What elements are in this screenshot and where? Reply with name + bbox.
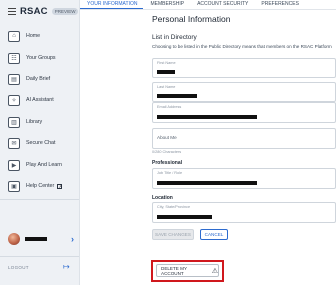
sidebar-item-help-center[interactable]: ▣ Help Center ↗ bbox=[8, 179, 76, 193]
redacted-value bbox=[157, 115, 257, 119]
brief-icon: ▤ bbox=[8, 73, 20, 85]
user-profile-row[interactable]: › bbox=[8, 233, 74, 245]
preview-badge: PREVIEW bbox=[51, 8, 79, 15]
tab-bar: YOUR INFORMATION MEMBERSHIP ACCOUNT SECU… bbox=[80, 0, 336, 10]
sidebar-item-label: Your Groups bbox=[26, 55, 56, 61]
redacted-value bbox=[157, 215, 212, 219]
sidebar-item-daily-brief[interactable]: ▤ Daily Brief bbox=[8, 72, 76, 86]
redacted-value bbox=[157, 181, 257, 185]
tab-membership[interactable]: MEMBERSHIP bbox=[143, 0, 190, 9]
external-link-icon: ↗ bbox=[57, 183, 63, 189]
chat-icon: ✉ bbox=[8, 137, 20, 149]
delete-account-button[interactable]: DELETE MY ACCOUNT ⚠ bbox=[156, 264, 219, 277]
field-label: Last Name bbox=[157, 85, 176, 89]
sidebar-item-secure-chat[interactable]: ✉ Secure Chat bbox=[8, 136, 76, 150]
logout-icon[interactable]: ↦ bbox=[63, 262, 70, 271]
sidebar-item-label: Library bbox=[26, 119, 43, 125]
tab-preferences[interactable]: PREFERENCES bbox=[254, 0, 305, 9]
field-label: City, State/Province bbox=[157, 205, 191, 209]
sidebar-item-home[interactable]: ⌂ Home bbox=[8, 29, 76, 43]
save-changes-button[interactable]: SAVE CHANGES bbox=[152, 229, 194, 240]
field-label: Job Title / Role bbox=[157, 171, 183, 175]
cancel-button[interactable]: CANCEL bbox=[200, 229, 228, 240]
ai-assistant-icon: ✧ bbox=[8, 94, 20, 106]
sidebar-item-label: Secure Chat bbox=[26, 140, 56, 146]
sidebar-item-label: AI Assistant bbox=[26, 97, 54, 103]
tab-account-security[interactable]: ACCOUNT SECURITY bbox=[190, 0, 254, 9]
sidebar-item-label: Play And Learn bbox=[26, 162, 62, 168]
logout-link[interactable]: LOGOUT bbox=[8, 265, 29, 270]
sidebar-item-label: Home bbox=[26, 33, 41, 39]
field-label: First Name bbox=[157, 61, 176, 65]
chevron-right-icon[interactable]: › bbox=[71, 234, 74, 244]
delete-account-label: DELETE MY ACCOUNT bbox=[161, 265, 187, 276]
avatar bbox=[8, 233, 20, 245]
sidebar-item-library[interactable]: ▥ Library bbox=[8, 115, 76, 129]
redacted-value bbox=[157, 70, 175, 74]
page-title: Personal Information bbox=[152, 14, 231, 24]
groups-icon: ☷ bbox=[8, 52, 20, 64]
brand-row: RSAC PREVIEW bbox=[8, 6, 79, 17]
job-title-field[interactable]: Job Title / Role bbox=[152, 168, 336, 189]
sidebar-divider bbox=[0, 256, 79, 257]
professional-heading: Professional bbox=[152, 160, 183, 166]
city-field[interactable]: City, State/Province bbox=[152, 202, 336, 223]
directory-description: Choosing to be listed in the Public Dire… bbox=[152, 44, 332, 49]
warning-icon: ⚠ bbox=[211, 267, 218, 275]
sidebar-item-ai-assistant[interactable]: ✧ AI Assistant bbox=[8, 93, 76, 107]
library-icon: ▥ bbox=[8, 116, 20, 128]
redacted-user-name bbox=[25, 237, 47, 241]
sidebar-divider bbox=[0, 199, 79, 200]
tab-your-information[interactable]: YOUR INFORMATION bbox=[80, 0, 144, 9]
help-icon: ▣ bbox=[8, 180, 20, 192]
main-content: YOUR INFORMATION MEMBERSHIP ACCOUNT SECU… bbox=[80, 0, 336, 285]
about-me-textarea[interactable]: About Me bbox=[152, 128, 336, 149]
sidebar-item-label: Help Center bbox=[26, 183, 55, 189]
play-icon: ▶ bbox=[8, 159, 20, 171]
sidebar-item-label: Daily Brief bbox=[26, 76, 51, 82]
sidebar: RSAC PREVIEW ⌂ Home ☷ Your Groups ▤ Dail… bbox=[0, 0, 80, 285]
email-field[interactable]: Email Address bbox=[152, 102, 336, 123]
home-icon: ⌂ bbox=[8, 30, 20, 42]
sidebar-item-groups[interactable]: ☷ Your Groups bbox=[8, 51, 76, 65]
field-label: Email Address bbox=[157, 105, 182, 109]
last-name-field[interactable]: Last Name bbox=[152, 82, 336, 102]
field-label: About Me bbox=[157, 135, 177, 140]
redacted-value bbox=[157, 94, 197, 98]
first-name-field[interactable]: First Name bbox=[152, 58, 336, 78]
menu-icon[interactable] bbox=[8, 8, 16, 15]
brand-logo[interactable]: RSAC bbox=[20, 6, 48, 17]
directory-heading: List in Directory bbox=[152, 34, 197, 41]
location-heading: Location bbox=[152, 195, 173, 201]
character-counter: 0/280 Characters bbox=[152, 150, 182, 154]
sidebar-item-play-and-learn[interactable]: ▶ Play And Learn bbox=[8, 158, 76, 172]
